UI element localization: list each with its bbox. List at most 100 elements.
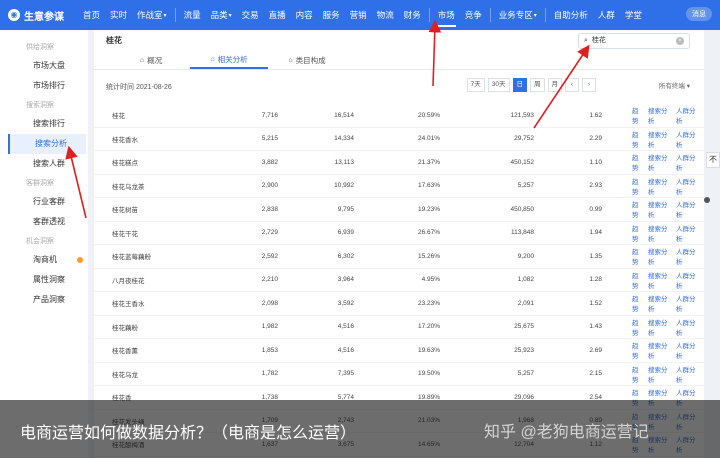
sidebar-item[interactable]: 搜索分析 xyxy=(8,134,86,154)
period-button[interactable]: ‹ xyxy=(565,78,579,92)
row-action-link[interactable]: 搜索分析 xyxy=(648,364,672,384)
nav-item[interactable]: 首页 xyxy=(78,0,105,30)
row-action-link[interactable]: 人群分析 xyxy=(676,152,700,172)
row-action-link[interactable]: 人群分析 xyxy=(676,105,700,125)
row-action-link[interactable]: 搜索分析 xyxy=(648,105,672,125)
table-row: 桂花树苗 2,838 9,795 19.23% 450,850 0.99 趋势 搜索分析 人群分… xyxy=(94,198,704,222)
sidebar-item[interactable]: 市场排行 xyxy=(0,76,88,96)
watermark: 知乎 @老狗电商运营记 xyxy=(484,424,649,441)
row-action-link[interactable]: 趋势 xyxy=(632,129,644,149)
metric-cell: 4,516 xyxy=(337,323,354,331)
row-action-link[interactable]: 趋势 xyxy=(632,152,644,172)
tab[interactable]: ⌂ 类目构成 xyxy=(268,52,346,69)
row-action-link[interactable]: 搜索分析 xyxy=(648,152,672,172)
row-action-link[interactable]: 人群分析 xyxy=(676,293,700,313)
metric-cell: 1.10 xyxy=(589,158,602,166)
row-action-link[interactable]: 搜索分析 xyxy=(648,176,672,196)
message-button[interactable]: 消息 xyxy=(686,7,712,21)
row-action-link[interactable]: 人群分析 xyxy=(676,270,700,290)
sidebar-item[interactable]: 淘商机 xyxy=(0,250,88,270)
row-action-link[interactable]: 人群分析 xyxy=(676,176,700,196)
metric-cell: 29,752 xyxy=(514,135,534,143)
nav-item-label: 业务专区 xyxy=(498,10,533,20)
period-button[interactable]: 周 xyxy=(530,78,545,92)
nav-item[interactable]: 直播 xyxy=(264,0,291,30)
row-action-link[interactable]: 趋势 xyxy=(632,223,644,243)
period-button[interactable]: 7天 xyxy=(466,78,485,92)
row-action-link[interactable]: 搜索分析 xyxy=(648,317,672,337)
nav-item[interactable]: 市场 xyxy=(433,0,460,30)
nav-item[interactable]: 业务专区 ▾ xyxy=(494,0,542,30)
row-action-link[interactable]: 搜索分析 xyxy=(648,293,672,313)
row-action-link[interactable]: 人群分析 xyxy=(676,223,700,243)
metric-cell: 2.29 xyxy=(589,135,602,143)
row-action-link[interactable]: 趋势 xyxy=(632,270,644,290)
row-action-link[interactable]: 趋势 xyxy=(632,176,644,196)
nav-item[interactable]: 营销 xyxy=(345,0,372,30)
row-action-link[interactable]: 趋势 xyxy=(632,340,644,360)
metric-cell: 113,848 xyxy=(510,229,534,237)
row-action-link[interactable]: 趋势 xyxy=(632,199,644,219)
metric-cell: 1.35 xyxy=(589,252,602,260)
nav-item[interactable]: 实时 xyxy=(105,0,132,30)
nav-item[interactable]: 物流 xyxy=(372,0,399,30)
sidebar-item[interactable]: 搜索人群 xyxy=(0,154,88,174)
nav-item[interactable]: 内容 xyxy=(291,0,318,30)
row-action-link[interactable]: 人群分析 xyxy=(676,317,700,337)
terminal-select[interactable]: 所有终端 ▾ xyxy=(659,80,690,90)
floating-feedback-tab[interactable]: 不 xyxy=(706,152,720,168)
tab[interactable]: ⌂ 相关分析 xyxy=(190,52,268,69)
row-actions: 趋势搜索分析人群分析 xyxy=(602,129,700,149)
table-row: 桂花乌龙 1,782 7,395 19.50% 5,257 2.15 趋势 搜索分析 人群分析 xyxy=(94,363,704,386)
row-action-link[interactable]: 趋势 xyxy=(632,293,644,313)
nav-item-label: 服务 xyxy=(322,10,340,20)
nav-item[interactable]: 流量 xyxy=(179,0,206,30)
nav-item[interactable]: 人群 xyxy=(593,0,620,30)
nav-item[interactable]: 作战室 ▾ xyxy=(132,0,172,30)
sidebar-item[interactable]: 产品洞察 xyxy=(0,290,88,310)
row-action-link[interactable]: 人群分析 xyxy=(676,340,700,360)
nav-item[interactable]: 交易 xyxy=(237,0,264,30)
row-action-link[interactable]: 人群分析 xyxy=(676,199,700,219)
tab[interactable]: ⌂ 概况 xyxy=(112,52,190,69)
sidebar-item[interactable]: 客群透视 xyxy=(0,212,88,232)
period-button[interactable]: 日 xyxy=(512,78,527,92)
row-action-link[interactable]: 趋势 xyxy=(632,105,644,125)
sidebar-item[interactable]: 搜索排行 xyxy=(0,114,88,134)
row-action-link[interactable]: 趋势 xyxy=(632,246,644,266)
table-row: 八月夜桂花 2,210 3,964 4.95% 1,082 1.28 趋势 搜索分析 人群分析 xyxy=(94,269,704,292)
nav-item[interactable]: 自助分析 xyxy=(549,0,593,30)
row-action-link[interactable]: 趋势 xyxy=(632,364,644,384)
row-actions: 趋势搜索分析人群分析 xyxy=(602,340,700,360)
row-action-link[interactable]: 人群分析 xyxy=(676,129,700,149)
table-row: 桂花 7,716 16,514 20.59% 121,593 1.62 趋势 搜索分析 人群分析 xyxy=(94,104,704,128)
row-action-link[interactable]: 搜索分析 xyxy=(648,223,672,243)
app-logo[interactable]: ◉ 生意参谋 xyxy=(0,8,78,23)
row-action-link[interactable]: 搜索分析 xyxy=(648,129,672,149)
nav-item[interactable]: 服务 xyxy=(318,0,345,30)
row-actions: 趋势搜索分析人群分析 xyxy=(602,364,700,384)
row-action-link[interactable]: 趋势 xyxy=(632,317,644,337)
row-action-link[interactable]: 人群分析 xyxy=(676,364,700,384)
keyword-cell: 桂花树苗 xyxy=(112,207,138,215)
nav-item-label: 学堂 xyxy=(624,10,642,20)
nav-item[interactable]: 学堂 xyxy=(620,0,647,30)
period-button[interactable]: › xyxy=(582,78,596,92)
clear-icon[interactable]: × xyxy=(676,37,684,45)
nav-item[interactable]: 竞争 xyxy=(460,0,487,30)
nav-item[interactable]: 财务 xyxy=(399,0,426,30)
row-action-link[interactable]: 搜索分析 xyxy=(648,199,672,219)
sidebar-item[interactable]: 属性洞察 xyxy=(0,270,88,290)
row-action-link[interactable]: 搜索分析 xyxy=(648,270,672,290)
period-button[interactable]: 月 xyxy=(547,78,562,92)
row-action-link[interactable]: 搜索分析 xyxy=(648,340,672,360)
sidebar-item[interactable]: 行业客群 xyxy=(0,192,88,212)
tab-icon: ⌂ xyxy=(210,55,215,63)
period-button[interactable]: 30天 xyxy=(487,78,510,92)
sidebar-item[interactable]: 市场大盘 xyxy=(0,56,88,76)
metric-cell: 13,113 xyxy=(334,158,354,166)
nav-item[interactable]: 品类 ▾ xyxy=(206,0,237,30)
row-action-link[interactable]: 人群分析 xyxy=(676,246,700,266)
keyword-search-input[interactable]: ⌕ 桂花 × xyxy=(578,33,690,49)
row-action-link[interactable]: 搜索分析 xyxy=(648,246,672,266)
